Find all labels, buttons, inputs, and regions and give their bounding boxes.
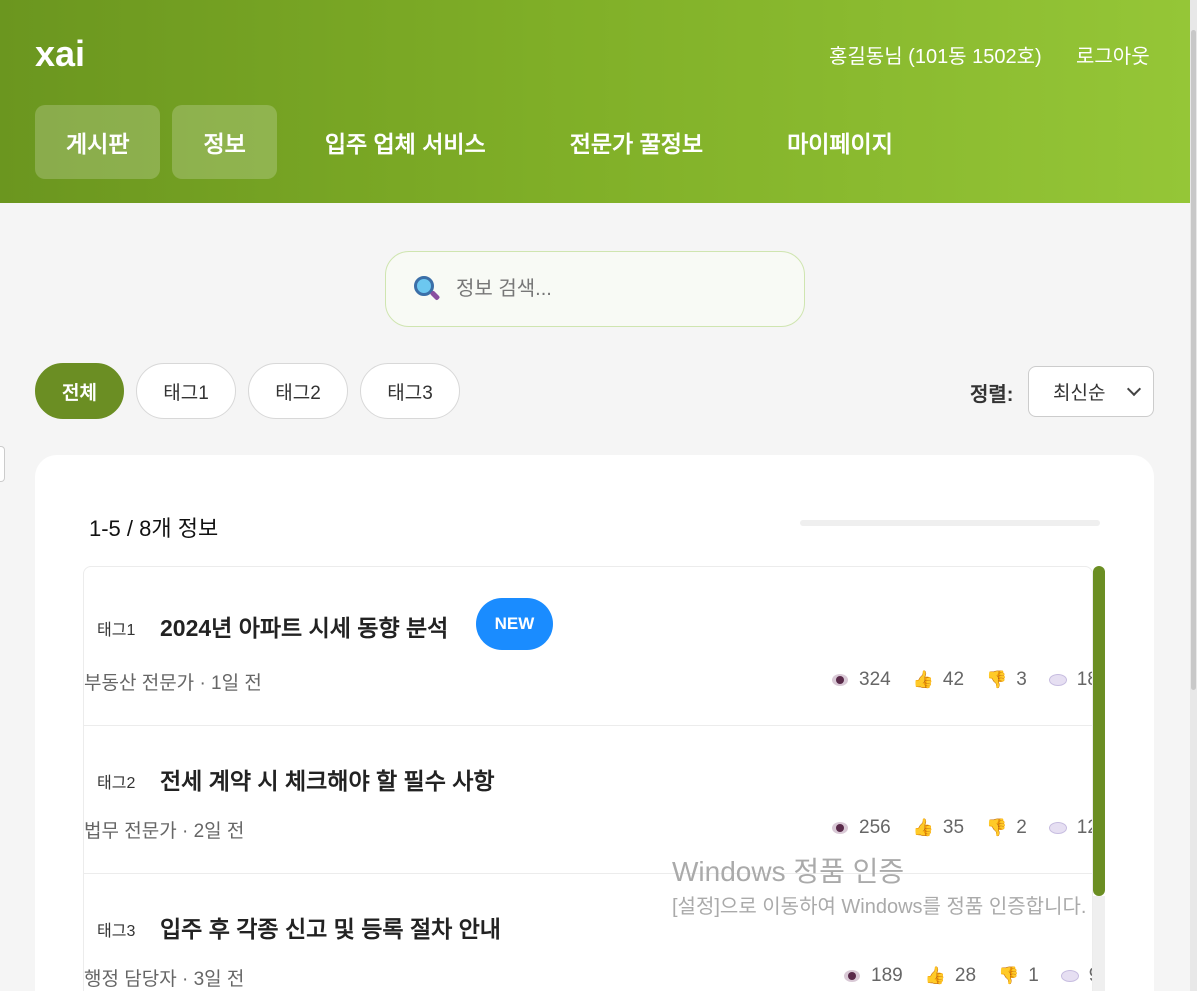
speech-bubble-icon bbox=[1048, 822, 1067, 834]
eye-icon bbox=[844, 970, 860, 982]
tag-filter-3[interactable]: 태그3 bbox=[360, 363, 460, 419]
search-input[interactable] bbox=[456, 277, 776, 301]
watermark-title: Windows 정품 인증 bbox=[672, 856, 905, 887]
result-count: 1-5 / 8개 정보 bbox=[89, 516, 219, 541]
progress-bar bbox=[800, 520, 1100, 526]
eye-icon bbox=[832, 674, 848, 686]
thumbs-down-icon: 👎 bbox=[986, 670, 1008, 689]
dislike-count[interactable]: 👎 1 bbox=[998, 965, 1039, 987]
item-tag: 태그1 bbox=[97, 622, 136, 639]
item-title[interactable]: 전세 계약 시 체크해야 할 필수 사항 bbox=[160, 762, 495, 796]
speech-bubble-icon bbox=[1060, 970, 1079, 982]
item-stats: 324 👍42 👎3 18 bbox=[832, 669, 1092, 691]
nav-item-expert-tips[interactable]: 전문가 꿀정보 bbox=[534, 105, 739, 179]
list-scrollbar-thumb[interactable] bbox=[1093, 566, 1105, 896]
comment-count: 12 bbox=[1048, 817, 1092, 839]
sort-select[interactable]: 최신순 bbox=[1028, 366, 1154, 417]
side-handle[interactable] bbox=[0, 446, 5, 482]
sort-select-value: 최신순 bbox=[1053, 383, 1106, 404]
view-count: 256 bbox=[832, 817, 891, 839]
item-meta: 법무 전문가 · 2일 전 bbox=[84, 821, 245, 842]
tag-filter-2[interactable]: 태그2 bbox=[248, 363, 348, 419]
new-badge: NEW bbox=[476, 598, 553, 650]
comment-count: 18 bbox=[1048, 669, 1092, 691]
nav-item-vendor-services[interactable]: 입주 업체 서비스 bbox=[289, 105, 522, 179]
like-count[interactable]: 👍 42 bbox=[913, 669, 964, 691]
logout-link[interactable]: 로그아웃 bbox=[1076, 40, 1150, 69]
tag-filter-group: 전체 태그1 태그2 태그3 bbox=[35, 363, 460, 419]
nav-item-info[interactable]: 정보 bbox=[172, 105, 277, 179]
user-info: 홍길동님 (101동 1502호) bbox=[829, 46, 1042, 68]
item-stats: 256 👍35 👎2 12 bbox=[832, 817, 1092, 839]
like-count[interactable]: 👍 28 bbox=[925, 965, 976, 987]
nav-item-board[interactable]: 게시판 bbox=[35, 105, 161, 179]
view-count: 189 bbox=[844, 965, 903, 987]
item-title[interactable]: 입주 후 각종 신고 및 등록 절차 안내 bbox=[160, 910, 501, 944]
app-header: xai 홍길동님 (101동 1502호) 로그아웃 게시판 정보 입주 업체 … bbox=[0, 0, 1190, 203]
thumbs-down-icon: 👎 bbox=[986, 818, 1008, 837]
info-list: 태그1 2024년 아파트 시세 동향 분석 NEW 부동산 전문가 · 1일 … bbox=[83, 566, 1093, 991]
sort-label: 정렬: bbox=[970, 384, 1014, 406]
logo[interactable]: xai bbox=[35, 33, 85, 75]
item-meta: 행정 담당자 · 3일 전 bbox=[84, 969, 245, 990]
windows-activation-watermark: Windows 정품 인증 [설정]으로 이동하여 Windows를 정품 인증… bbox=[672, 850, 1152, 921]
magnifier-icon bbox=[412, 274, 442, 304]
comment-count: 9 bbox=[1060, 965, 1092, 987]
tag-filter-1[interactable]: 태그1 bbox=[136, 363, 236, 419]
chevron-down-icon bbox=[1126, 381, 1142, 397]
like-count[interactable]: 👍 35 bbox=[913, 817, 964, 839]
search-box[interactable] bbox=[385, 251, 805, 327]
speech-bubble-icon bbox=[1048, 674, 1067, 686]
nav-item-mypage[interactable]: 마이페이지 bbox=[751, 105, 929, 179]
item-tag: 태그3 bbox=[97, 923, 136, 940]
page-scrollbar-thumb[interactable] bbox=[1191, 30, 1196, 690]
eye-icon bbox=[832, 822, 848, 834]
thumbs-up-icon: 👍 bbox=[924, 966, 946, 985]
item-stats: 189 👍28 👎1 9 bbox=[844, 965, 1092, 987]
thumbs-up-icon: 👍 bbox=[912, 818, 934, 837]
item-title[interactable]: 2024년 아파트 시세 동향 분석 bbox=[160, 609, 448, 643]
item-meta: 부동산 전문가 · 1일 전 bbox=[84, 673, 262, 694]
list-item[interactable]: 태그1 2024년 아파트 시세 동향 분석 NEW 부동산 전문가 · 1일 … bbox=[84, 567, 1092, 726]
page-scrollbar[interactable] bbox=[1190, 0, 1197, 991]
main-nav: 게시판 정보 입주 업체 서비스 전문가 꿀정보 마이페이지 bbox=[35, 105, 929, 179]
thumbs-up-icon: 👍 bbox=[912, 670, 934, 689]
dislike-count[interactable]: 👎 2 bbox=[986, 817, 1027, 839]
watermark-text: [설정]으로 이동하여 Windows를 정품 인증합니다. bbox=[672, 896, 1087, 918]
item-tag: 태그2 bbox=[97, 775, 136, 792]
view-count: 324 bbox=[832, 669, 891, 691]
dislike-count[interactable]: 👎 3 bbox=[986, 669, 1027, 691]
tag-filter-all[interactable]: 전체 bbox=[35, 363, 124, 419]
thumbs-down-icon: 👎 bbox=[998, 966, 1020, 985]
